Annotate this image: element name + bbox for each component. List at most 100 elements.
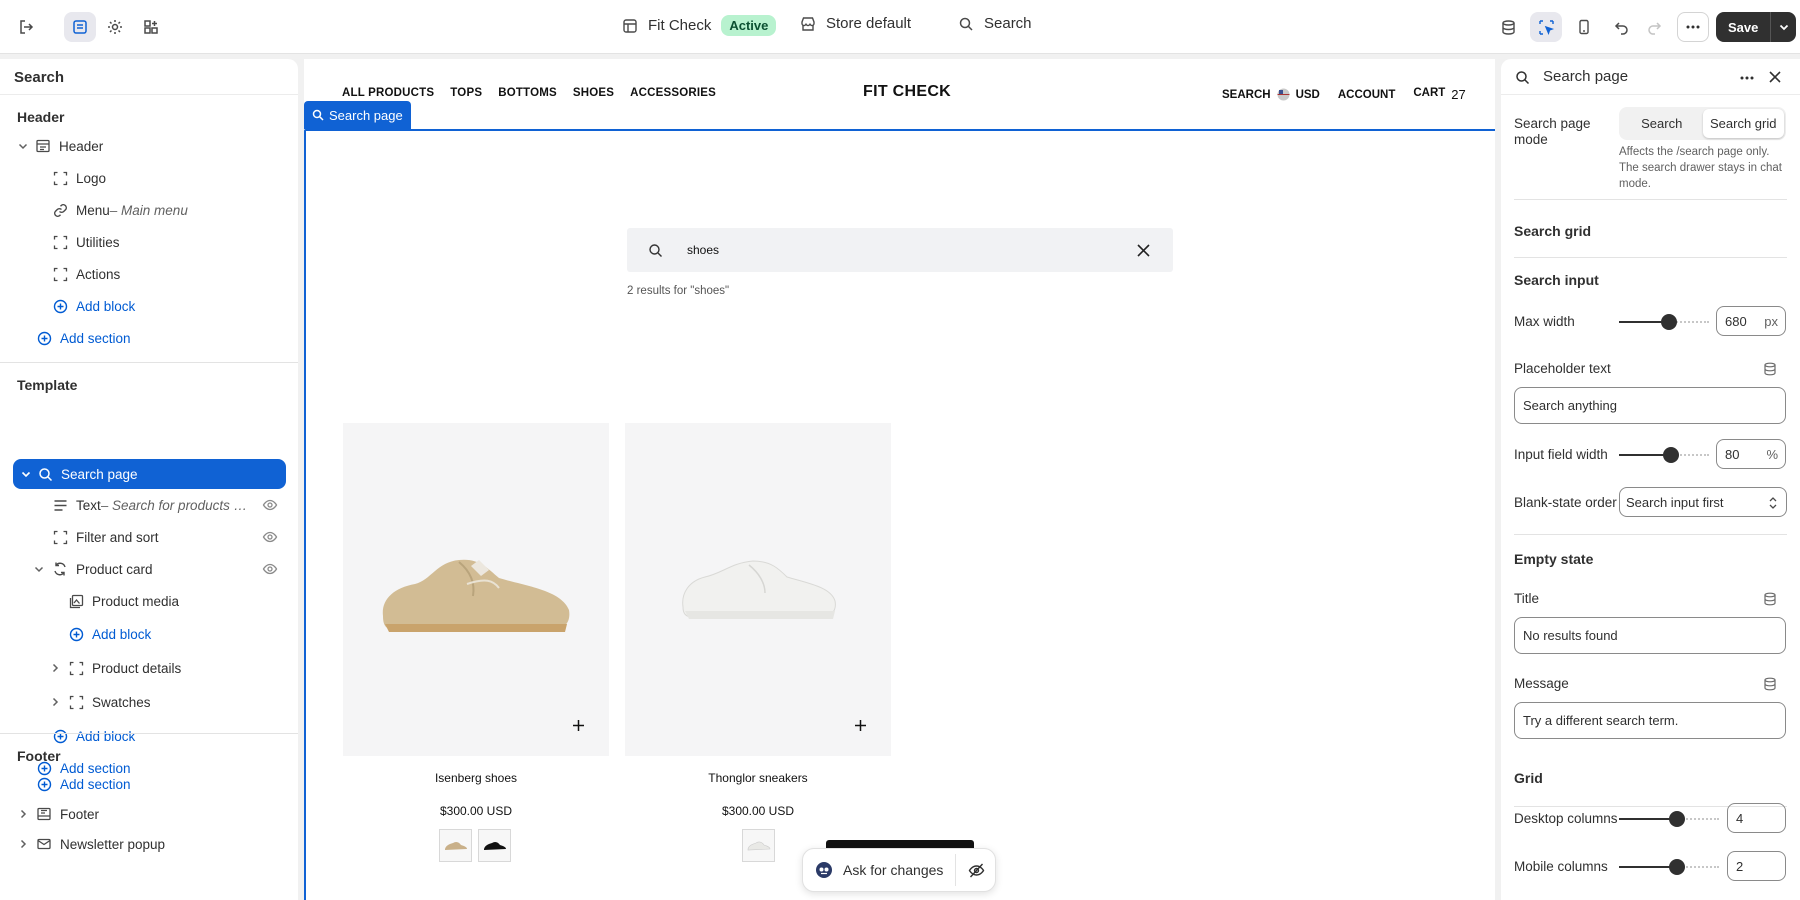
- desktop-columns-value: 4: [1736, 810, 1744, 826]
- desktop-columns-slider[interactable]: [1619, 811, 1719, 827]
- preview-store-button[interactable]: [1492, 12, 1524, 42]
- redo-button[interactable]: [1638, 12, 1670, 42]
- chevron-down-icon[interactable]: [17, 140, 29, 152]
- nav-link[interactable]: SHOES: [573, 87, 614, 99]
- chevron-right-icon[interactable]: [49, 662, 61, 674]
- more-icon[interactable]: [1739, 70, 1755, 86]
- store-logo[interactable]: FIT CHECK: [863, 83, 951, 101]
- chevron-right-icon[interactable]: [17, 838, 29, 850]
- block-product-details[interactable]: Product details: [49, 654, 181, 682]
- exit-button[interactable]: [10, 12, 42, 42]
- eye-off-icon[interactable]: [968, 862, 985, 879]
- global-search[interactable]: Search: [958, 15, 1032, 32]
- mobile-view-button[interactable]: [1568, 12, 1600, 42]
- desktop-columns-input[interactable]: 4: [1727, 803, 1786, 833]
- block-product-media[interactable]: Product media: [68, 587, 179, 615]
- slider-handle[interactable]: [1661, 314, 1677, 330]
- close-icon[interactable]: [1136, 243, 1151, 258]
- swatch-black[interactable]: [478, 829, 511, 862]
- product-card[interactable]: [343, 423, 609, 756]
- nav-link[interactable]: ALL PRODUCTS: [342, 87, 434, 99]
- inspector-button[interactable]: [1530, 12, 1562, 42]
- desktop-columns-label: Desktop columns: [1514, 811, 1618, 826]
- save-button[interactable]: Save: [1716, 12, 1770, 42]
- empty-message-input[interactable]: Try a different search term.: [1514, 702, 1786, 739]
- chevron-right-icon[interactable]: [17, 808, 29, 820]
- block-utilities[interactable]: Utilities: [52, 228, 120, 256]
- block-swatches[interactable]: Swatches: [49, 688, 151, 716]
- apps-button[interactable]: [135, 12, 167, 42]
- product-price: $300.00 USD: [721, 804, 795, 818]
- cart-link[interactable]: CART 27: [1413, 87, 1465, 102]
- mobile-columns-input[interactable]: 2: [1727, 851, 1786, 881]
- close-icon[interactable]: [1768, 70, 1782, 84]
- slider-track: [1619, 818, 1675, 820]
- product-name[interactable]: Isenberg shoes: [343, 771, 609, 785]
- section-newsletter-popup[interactable]: Newsletter popup: [17, 830, 165, 858]
- eye-icon[interactable]: [262, 497, 278, 513]
- block-text[interactable]: Text – Search for products Us...: [52, 491, 292, 519]
- nav-link[interactable]: ACCESSORIES: [630, 87, 716, 99]
- selected-section-tag[interactable]: Search page: [304, 101, 411, 129]
- undo-button[interactable]: [1606, 12, 1638, 42]
- nav-link[interactable]: TOPS: [450, 87, 482, 99]
- chevron-down-icon[interactable]: [20, 468, 32, 480]
- empty-title-input[interactable]: No results found: [1514, 617, 1786, 654]
- divider: [1514, 199, 1787, 200]
- search-link[interactable]: SEARCH USD: [1222, 88, 1320, 101]
- settings-button[interactable]: [99, 12, 131, 42]
- add-block-button[interactable]: Add block: [52, 292, 135, 320]
- input-width-input[interactable]: 80 %: [1716, 439, 1786, 469]
- placeholder-input[interactable]: Search anything: [1514, 387, 1786, 424]
- account-link[interactable]: ACCOUNT: [1338, 89, 1396, 101]
- database-icon[interactable]: [1763, 362, 1777, 376]
- input-width-slider[interactable]: [1619, 447, 1709, 463]
- slider-handle[interactable]: [1669, 811, 1685, 827]
- theme-selector[interactable]: Fit Check Active: [622, 15, 777, 36]
- storefront-search-input[interactable]: shoes: [627, 228, 1173, 272]
- product-name[interactable]: Thonglor sneakers: [625, 771, 891, 785]
- block-actions[interactable]: Actions: [52, 260, 120, 288]
- blank-order-select[interactable]: Search input first: [1619, 487, 1787, 517]
- plus-icon[interactable]: [572, 719, 585, 732]
- eye-icon[interactable]: [262, 529, 278, 545]
- plus-circle-icon: [36, 776, 52, 792]
- eye-icon[interactable]: [262, 561, 278, 577]
- search-query: shoes: [687, 243, 720, 257]
- save-menu-button[interactable]: [1770, 12, 1796, 42]
- slider-handle[interactable]: [1669, 859, 1685, 875]
- database-icon[interactable]: [1763, 592, 1777, 606]
- swatch-white[interactable]: [742, 829, 775, 862]
- block-product-card[interactable]: Product card: [33, 555, 292, 583]
- max-width-slider[interactable]: [1619, 314, 1709, 330]
- slider-handle[interactable]: [1663, 447, 1679, 463]
- block-filter-and-sort[interactable]: Filter and sort: [52, 523, 292, 551]
- plus-icon[interactable]: [854, 719, 867, 732]
- block-logo[interactable]: Logo: [52, 164, 106, 192]
- section-heading-search-input: Search input: [1514, 272, 1599, 288]
- add-section-button[interactable]: Add section: [36, 324, 131, 352]
- max-width-input[interactable]: 680 px: [1716, 306, 1786, 336]
- database-icon[interactable]: [1763, 677, 1777, 691]
- sections-button[interactable]: [64, 12, 96, 42]
- add-block-button[interactable]: Add block: [52, 722, 135, 750]
- sections-panel: Search Header Header Logo Menu – Main me…: [0, 59, 298, 900]
- swatch-tan[interactable]: [439, 829, 472, 862]
- block-menu[interactable]: Menu – Main menu: [52, 196, 188, 224]
- mode-option-search[interactable]: Search: [1621, 109, 1703, 138]
- chevron-right-icon[interactable]: [49, 696, 61, 708]
- more-actions-button[interactable]: [1677, 12, 1709, 42]
- section-search-page[interactable]: Search page: [13, 459, 286, 489]
- ask-for-changes[interactable]: Ask for changes: [802, 848, 996, 892]
- mode-option-search-grid[interactable]: Search grid: [1702, 109, 1784, 138]
- mobile-columns-slider[interactable]: [1619, 859, 1719, 875]
- product-card[interactable]: [625, 423, 891, 756]
- add-section-button[interactable]: Add section: [36, 770, 131, 798]
- section-footer[interactable]: Footer: [17, 800, 99, 828]
- chevron-down-icon[interactable]: [33, 563, 45, 575]
- store-selector[interactable]: Store default: [800, 15, 911, 32]
- section-header[interactable]: Header: [17, 132, 103, 160]
- section-heading-search-grid[interactable]: Search grid: [1514, 223, 1591, 239]
- nav-link[interactable]: BOTTOMS: [498, 87, 557, 99]
- add-block-button[interactable]: Add block: [68, 620, 151, 648]
